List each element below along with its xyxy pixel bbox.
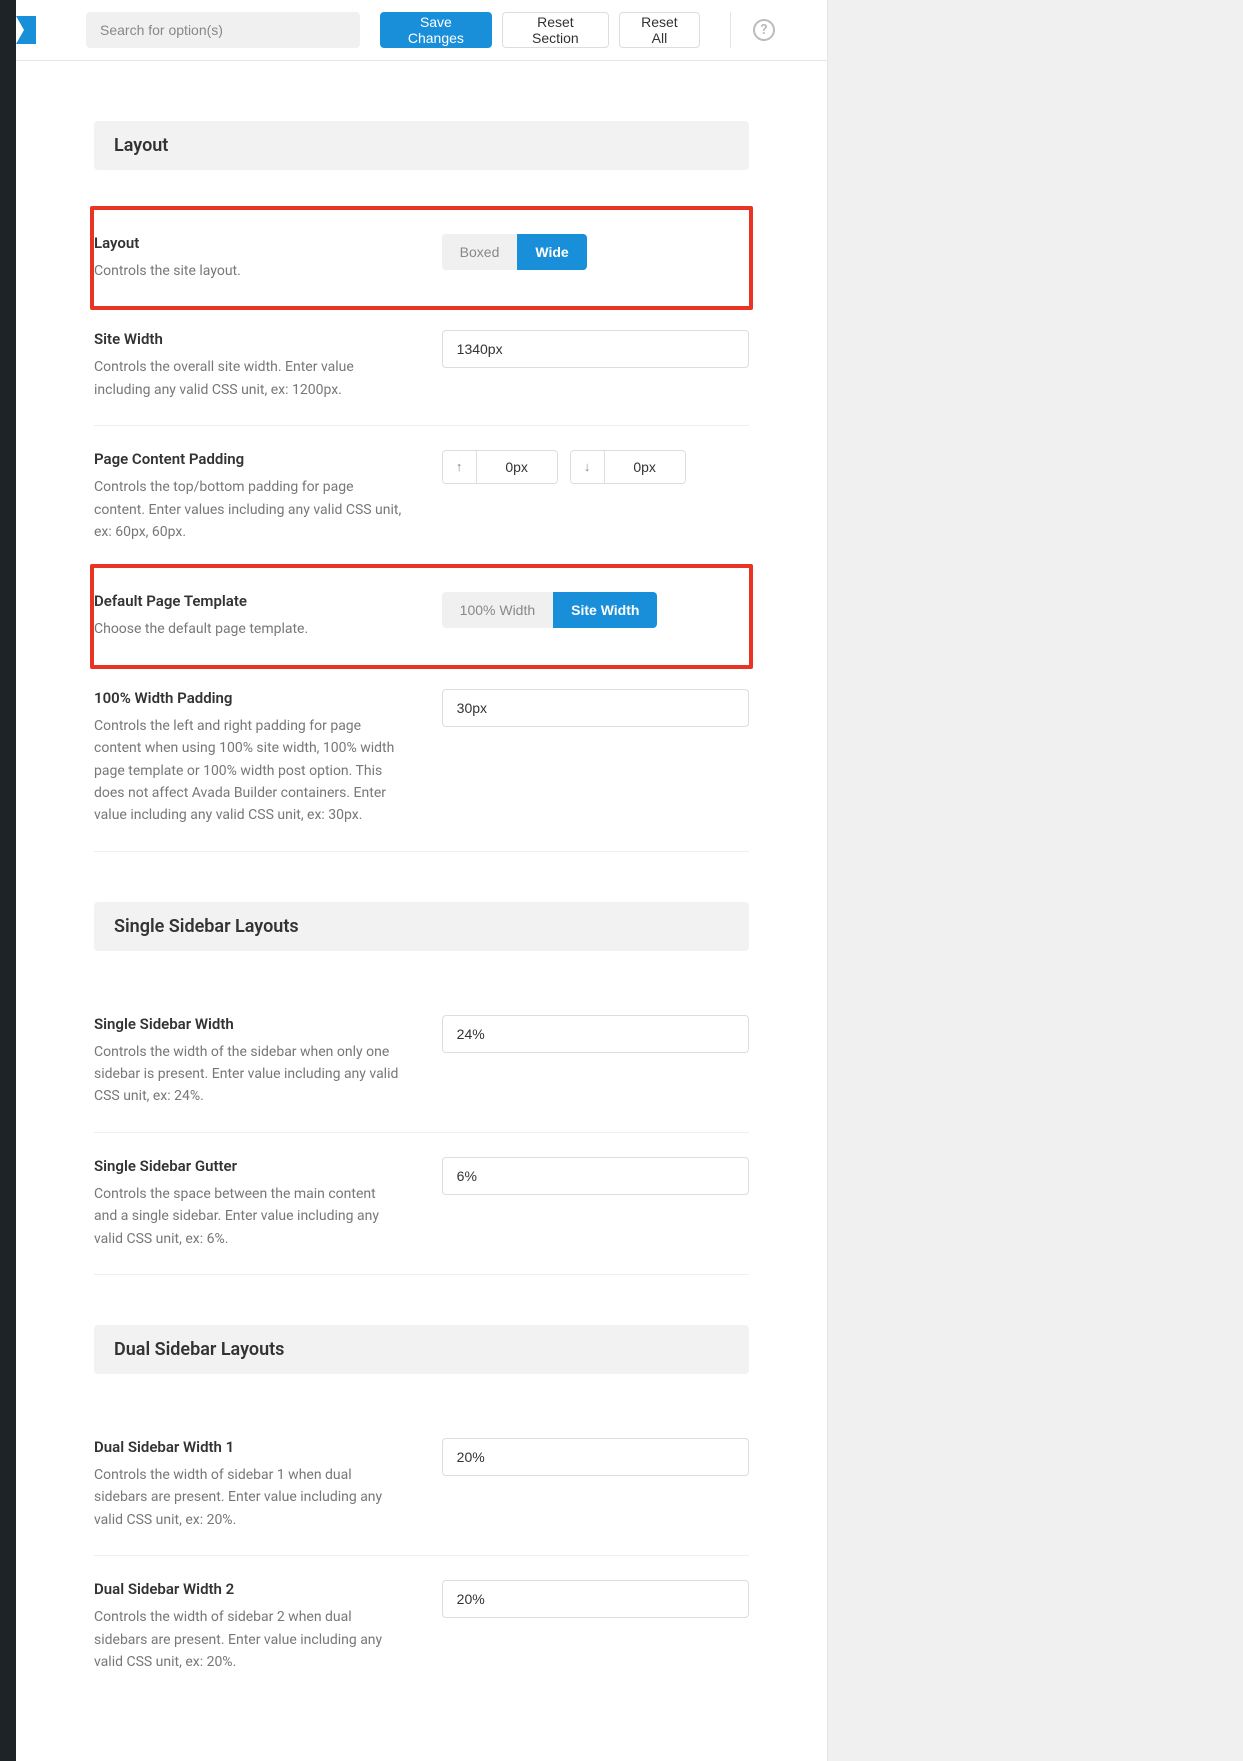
option-desc: Controls the top/bottom padding for page… — [94, 476, 402, 543]
admin-sidebar-collapsed — [0, 0, 16, 1761]
padding-top-input[interactable] — [477, 451, 557, 483]
single-sidebar-width-input[interactable] — [442, 1015, 750, 1053]
option-title: Single Sidebar Gutter — [94, 1157, 402, 1175]
option-desc: Controls the space between the main cont… — [94, 1183, 402, 1250]
section-header-dual-sidebar: Dual Sidebar Layouts — [94, 1325, 749, 1374]
section-header-layout: Layout — [94, 121, 749, 170]
option-title: 100% Width Padding — [94, 689, 402, 707]
option-title: Page Content Padding — [94, 450, 402, 468]
option-title: Site Width — [94, 330, 402, 348]
padding-top-field: ↑ — [442, 450, 558, 484]
layout-toggle: Boxed Wide — [442, 234, 587, 270]
template-option-sitewidth[interactable]: Site Width — [553, 592, 657, 628]
layout-option-boxed[interactable]: Boxed — [442, 234, 518, 270]
panel-collapse-handle[interactable] — [16, 16, 36, 44]
topbar: Save Changes Reset Section Reset All ? — [16, 0, 827, 61]
right-gutter — [828, 0, 1243, 1761]
option-desc: Controls the width of sidebar 1 when dua… — [94, 1464, 402, 1531]
default-page-template-toggle: 100% Width Site Width — [442, 592, 658, 628]
option-desc: Controls the site layout. — [94, 260, 402, 282]
arrow-down-icon: ↓ — [571, 451, 605, 483]
dual-sidebar-width-2-input[interactable] — [442, 1580, 750, 1618]
search-input[interactable] — [86, 12, 360, 48]
reset-section-button[interactable]: Reset Section — [502, 12, 610, 48]
option-title: Dual Sidebar Width 2 — [94, 1580, 402, 1598]
option-title: Single Sidebar Width — [94, 1015, 402, 1033]
option-desc: Controls the width of sidebar 2 when dua… — [94, 1606, 402, 1673]
option-title: Default Page Template — [94, 592, 402, 610]
single-sidebar-gutter-input[interactable] — [442, 1157, 750, 1195]
option-title: Layout — [94, 234, 402, 252]
help-icon[interactable]: ? — [753, 19, 775, 41]
width-padding-input[interactable] — [442, 689, 750, 727]
section-header-single-sidebar: Single Sidebar Layouts — [94, 902, 749, 951]
site-width-input[interactable] — [442, 330, 750, 368]
arrow-up-icon: ↑ — [443, 451, 477, 483]
save-changes-button[interactable]: Save Changes — [380, 12, 491, 48]
padding-bottom-input[interactable] — [605, 451, 685, 483]
option-title: Dual Sidebar Width 1 — [94, 1438, 402, 1456]
template-option-100width[interactable]: 100% Width — [442, 592, 553, 628]
content: Layout Layout Controls the site layout. … — [16, 61, 827, 1737]
option-desc: Controls the left and right padding for … — [94, 715, 402, 827]
highlighted-option-layout: Layout Controls the site layout. Boxed W… — [90, 206, 753, 310]
option-desc: Controls the overall site width. Enter v… — [94, 356, 402, 401]
layout-option-wide[interactable]: Wide — [517, 234, 586, 270]
option-desc: Controls the width of the sidebar when o… — [94, 1041, 402, 1108]
dual-sidebar-width-1-input[interactable] — [442, 1438, 750, 1476]
help-area: ? — [730, 12, 798, 48]
highlighted-option-default-page-template: Default Page Template Choose the default… — [90, 564, 753, 668]
padding-bottom-field: ↓ — [570, 450, 686, 484]
reset-all-button[interactable]: Reset All — [619, 12, 700, 48]
option-desc: Choose the default page template. — [94, 618, 402, 640]
options-panel: Save Changes Reset Section Reset All ? L… — [16, 0, 828, 1761]
